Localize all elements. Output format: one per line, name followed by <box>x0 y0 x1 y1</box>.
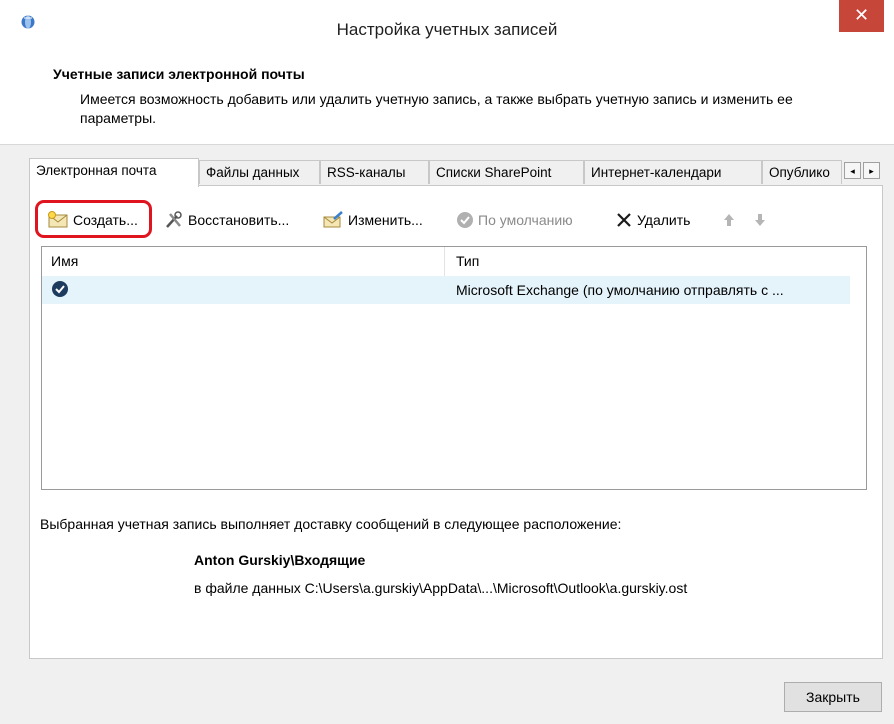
repair-label: Восстановить... <box>188 212 290 228</box>
close-dialog-button[interactable]: Закрыть <box>784 682 882 712</box>
tab-scroll-left-button[interactable]: ◂ <box>844 162 861 179</box>
window-close-button[interactable]: ✕ <box>839 0 884 32</box>
list-header: Имя Тип <box>42 247 850 277</box>
tab-rss-feeds[interactable]: RSS-каналы <box>320 160 429 184</box>
move-up-button[interactable] <box>722 206 736 234</box>
move-down-button[interactable] <box>753 206 767 234</box>
arrow-down-icon <box>753 212 767 228</box>
tab-published-calendars[interactable]: Опублико <box>762 160 842 184</box>
delivery-data-file-path: в файле данных C:\Users\a.gurskiy\AppDat… <box>194 580 688 596</box>
tab-email[interactable]: Электронная почта <box>29 158 199 187</box>
edit-mail-icon <box>322 211 344 229</box>
delivery-mailbox: Anton Gurskiy\Входящие <box>194 552 366 568</box>
tab-data-files[interactable]: Файлы данных <box>199 160 320 184</box>
account-type-cell: Microsoft Exchange (по умолчанию отправл… <box>456 282 784 298</box>
tab-strip: Электронная почта Файлы данных RSS-канал… <box>29 158 889 187</box>
header-description: Имеется возможность добавить или удалить… <box>80 91 793 126</box>
default-account-check-icon <box>51 280 69 298</box>
delete-label: Удалить <box>637 212 691 228</box>
delete-x-icon <box>615 211 633 229</box>
accounts-toolbar: Создать... Восстановить... Изменить... П… <box>39 206 799 234</box>
repair-tools-icon <box>164 211 184 229</box>
dialog-header: Учетные записи электронной почты Имеется… <box>0 56 894 145</box>
create-button-highlight <box>35 200 152 238</box>
account-settings-window: Настройка учетных записей ✕ Учетные запи… <box>0 0 894 724</box>
tab-internet-calendars[interactable]: Интернет-календари <box>584 160 762 184</box>
delivery-info-text: Выбранная учетная запись выполняет доста… <box>40 516 622 532</box>
change-button[interactable]: Изменить... <box>322 206 423 234</box>
arrow-left-icon: ◂ <box>850 166 855 176</box>
column-header-name[interactable]: Имя <box>51 253 78 269</box>
repair-button[interactable]: Восстановить... <box>164 206 289 234</box>
change-label: Изменить... <box>348 212 423 228</box>
delete-button[interactable]: Удалить <box>615 206 690 234</box>
accounts-list[interactable]: Имя Тип Microsoft Exchange (по умолчанию… <box>41 246 867 490</box>
arrow-up-icon <box>722 212 736 228</box>
set-default-label: По умолчанию <box>478 212 573 228</box>
title-bar[interactable]: Настройка учетных записей ✕ <box>0 0 894 56</box>
tab-scroll-right-button[interactable]: ▸ <box>863 162 880 179</box>
tab-sharepoint-lists[interactable]: Списки SharePoint <box>429 160 584 184</box>
column-separator <box>444 247 445 276</box>
set-default-button[interactable]: По умолчанию <box>456 206 573 234</box>
close-icon: ✕ <box>853 5 870 25</box>
table-row[interactable]: Microsoft Exchange (по умолчанию отправл… <box>42 276 850 304</box>
window-title: Настройка учетных записей <box>336 20 558 39</box>
column-header-type[interactable]: Тип <box>456 253 479 269</box>
arrow-right-icon: ▸ <box>869 166 874 176</box>
check-circle-icon <box>456 211 474 229</box>
header-heading: Учетные записи электронной почты <box>53 66 305 82</box>
